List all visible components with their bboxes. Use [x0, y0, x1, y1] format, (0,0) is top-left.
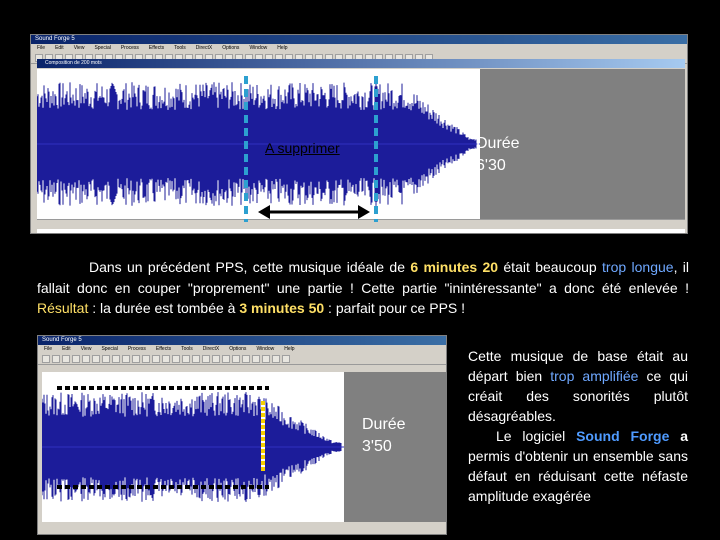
toolbar-button[interactable] [232, 354, 240, 363]
cut-end-marker [374, 76, 378, 222]
cut-start-marker [244, 76, 248, 222]
double-arrow-icon [258, 205, 370, 219]
side-paragraph-2: Le logiciel Sound Forge a permis d'obten… [468, 426, 688, 506]
text-run: Le logiciel [496, 428, 577, 444]
menu-bar: File Edit View Special Process Effects Tools Di… [38, 345, 446, 353]
toolbar-button[interactable] [122, 354, 130, 363]
menu-item-directx[interactable]: DirectX [196, 44, 212, 52]
menu-item-help[interactable]: Help [284, 345, 294, 353]
menu-item-file[interactable]: File [44, 345, 52, 353]
toolbar-button[interactable] [62, 354, 70, 363]
toolbar-button[interactable] [142, 354, 150, 363]
text-run: permis d'obtenir un ensemble sans défaut… [468, 448, 688, 504]
explanation-paragraph: Dans un précédent PPS, cette musique idé… [37, 257, 689, 319]
menu-item-window[interactable]: Window [256, 345, 274, 353]
duree-value: 6'30 [476, 157, 506, 174]
toolbar-button[interactable] [152, 354, 160, 363]
text-run: Dans un précédent PPS, cette musique idé… [89, 259, 411, 275]
label-duree-3-50: Durée 3'50 [362, 414, 406, 458]
side-explanation: Cette musique de base était au départ bi… [468, 346, 688, 506]
highlight-duration-new: 3 minutes 50 [239, 300, 325, 316]
text-run: a [669, 428, 688, 444]
toolbar-button[interactable] [42, 354, 50, 363]
toolbar-button[interactable] [262, 354, 270, 363]
join-point-marker [261, 401, 265, 471]
toolbar-button[interactable] [212, 354, 220, 363]
menu-item-window[interactable]: Window [249, 44, 267, 52]
text-run: : la durée est tombée à [88, 300, 240, 316]
duree-label: Durée [362, 416, 406, 433]
toolbar-button[interactable] [192, 354, 200, 363]
menu-item-process[interactable]: Process [128, 345, 146, 353]
window-titlebar: Sound Forge 5 [31, 35, 687, 44]
toolbar-button[interactable] [182, 354, 190, 363]
menu-item-effects[interactable]: Effects [156, 345, 171, 353]
menu-item-tools[interactable]: Tools [174, 44, 186, 52]
menu-item-view[interactable]: View [81, 345, 92, 353]
toolbar-button[interactable] [282, 354, 290, 363]
menu-item-options[interactable]: Options [229, 345, 246, 353]
menu-item-directx[interactable]: DirectX [203, 345, 219, 353]
toolbar-button[interactable] [172, 354, 180, 363]
duree-label: Durée [476, 135, 520, 152]
highlight-sound-forge: Sound Forge [576, 428, 670, 444]
toolbar-button[interactable] [242, 354, 250, 363]
menu-item-file[interactable]: File [37, 44, 45, 52]
label-a-supprimer: A supprimer [265, 140, 340, 156]
menu-item-edit[interactable]: Edit [62, 345, 71, 353]
menu-item-effects[interactable]: Effects [149, 44, 164, 52]
highlight-trop-longue: trop longue [602, 259, 674, 275]
label-duree-6-30: Durée 6'30 [476, 133, 520, 177]
menu-item-options[interactable]: Options [222, 44, 239, 52]
window-titlebar: Sound Forge 5 [38, 336, 446, 345]
toolbar-button[interactable] [52, 354, 60, 363]
toolbar-button[interactable] [162, 354, 170, 363]
toolbar [38, 353, 446, 365]
document-titlebar: Composition de 200 mots [37, 59, 685, 68]
menu-item-special[interactable]: Special [94, 44, 110, 52]
highlight-resultat: Résultat [37, 300, 89, 316]
document-title: Composition de 200 mots [45, 60, 102, 66]
menu-item-tools[interactable]: Tools [181, 345, 193, 353]
menu-bar: File Edit View Special Process Effects Tools Di… [31, 44, 687, 52]
highlight-trop-amplifiee: trop amplifiée [550, 368, 639, 384]
amplitude-guide-bottom [57, 485, 269, 489]
toolbar-button[interactable] [102, 354, 110, 363]
toolbar-button[interactable] [272, 354, 280, 363]
menu-item-help[interactable]: Help [277, 44, 287, 52]
toolbar-button[interactable] [222, 354, 230, 363]
toolbar-button[interactable] [112, 354, 120, 363]
window-title: Sound Forge 5 [42, 337, 82, 343]
menu-item-special[interactable]: Special [101, 345, 117, 353]
toolbar-button[interactable] [252, 354, 260, 363]
toolbar-button[interactable] [202, 354, 210, 363]
text-run: : parfait pour ce PPS ! [324, 300, 466, 316]
text-run: était beaucoup [498, 259, 603, 275]
duree-value: 3'50 [362, 438, 392, 455]
menu-item-view[interactable]: View [74, 44, 85, 52]
highlight-duration-old: 6 minutes 20 [410, 259, 499, 275]
toolbar-button[interactable] [72, 354, 80, 363]
toolbar-button[interactable] [92, 354, 100, 363]
side-paragraph-1: Cette musique de base était au départ bi… [468, 346, 688, 426]
amplitude-guide-top [57, 386, 269, 390]
menu-item-process[interactable]: Process [121, 44, 139, 52]
window-title: Sound Forge 5 [35, 36, 75, 42]
toolbar-button[interactable] [82, 354, 90, 363]
toolbar-button[interactable] [132, 354, 140, 363]
menu-item-edit[interactable]: Edit [55, 44, 64, 52]
